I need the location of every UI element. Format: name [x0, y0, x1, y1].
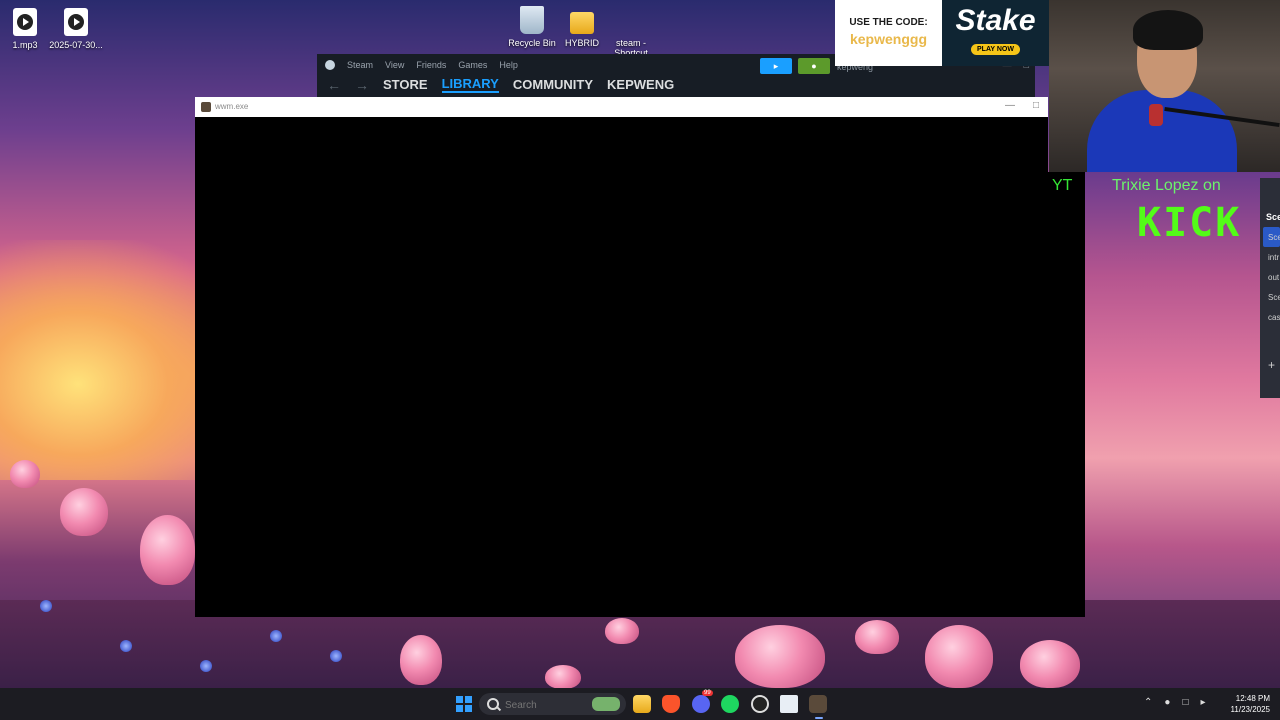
steam-logo-icon — [325, 60, 335, 70]
taskbar: 99 ⌃ ● □ ▸ 12:48 PM 11/23/2025 — [0, 688, 1280, 720]
back-arrow-icon[interactable]: ← — [327, 77, 341, 93]
clock-time: 12:48 PM — [1235, 694, 1270, 703]
brave-browser-icon[interactable] — [662, 695, 680, 713]
active-app-indicator — [815, 717, 823, 719]
game-window-extension — [1048, 172, 1085, 617]
obs-scenes-panel: Sce Sce intr out Sce cas + — [1260, 178, 1280, 398]
obs-scene-item[interactable]: intr — [1268, 253, 1279, 262]
microphone-tray-icon[interactable]: ● — [1164, 697, 1170, 708]
obs-studio-icon[interactable] — [751, 695, 769, 713]
webcam-person-body — [1087, 90, 1237, 172]
discord-badge: 99 — [702, 690, 713, 696]
megaphone-icon: ▸ — [773, 61, 779, 71]
ad-code: kepwenggg — [849, 31, 927, 47]
system-tray: ⌃ ● □ ▸ — [1144, 697, 1206, 708]
wallpaper-blue-flower — [120, 640, 132, 652]
volume-icon[interactable]: ▸ — [1200, 697, 1205, 708]
wallpaper-blue-flower — [270, 630, 282, 642]
network-icon[interactable]: □ — [1182, 697, 1188, 708]
webcam-person-hair — [1133, 10, 1203, 50]
steam-nav: ← → STORE LIBRARY COMMUNITY KEPWENG — [327, 76, 674, 93]
app-window-icon[interactable] — [780, 695, 798, 713]
obs-scene-item[interactable]: Sce — [1268, 233, 1280, 242]
ad-play-now-badge: PLAY NOW — [971, 44, 1020, 55]
announcements-button[interactable]: ▸ — [760, 58, 792, 74]
minimize-icon[interactable]: — — [1005, 100, 1015, 111]
search-highlight-icon — [592, 697, 620, 711]
steam-menu-friends[interactable]: Friends — [416, 60, 446, 70]
steam-menu-bar: Steam View Friends Games Help — [325, 60, 518, 70]
obs-scene-item[interactable]: cas — [1268, 313, 1280, 322]
desktop-icon-label: 1.mp3 — [12, 40, 38, 50]
wallpaper-tulip — [605, 618, 639, 644]
steam-menu-view[interactable]: View — [385, 60, 404, 70]
desktop-icon-steam-shortcut[interactable]: steam - Shortcut — [601, 6, 962, 88]
game-taskbar-icon[interactable] — [809, 695, 827, 713]
desktop-icon-video[interactable]: 2025-07-30... — [46, 8, 106, 50]
obs-scene-item[interactable]: out — [1268, 273, 1279, 282]
youtube-label: YT — [1052, 177, 1073, 194]
search-icon — [487, 698, 499, 710]
media-file-icon — [64, 8, 88, 36]
steam-menu-games[interactable]: Games — [458, 60, 487, 70]
wallpaper-tulip — [545, 665, 581, 689]
bell-icon: ● — [811, 61, 817, 71]
recycle-bin-icon — [520, 6, 544, 34]
wallpaper-tulip — [855, 620, 899, 654]
game-app-icon — [201, 102, 211, 112]
webcam-feed — [1049, 0, 1280, 172]
obs-scenes-header: Sce — [1266, 212, 1280, 222]
obs-scene-item[interactable]: Sce — [1268, 293, 1280, 302]
spotify-icon[interactable] — [721, 695, 739, 713]
add-scene-icon[interactable]: + — [1268, 358, 1275, 372]
wallpaper-blue-flower — [200, 660, 212, 672]
notifications-button[interactable]: ● — [798, 58, 830, 74]
game-window[interactable]: wwm.exe — □ — [195, 97, 1048, 617]
steam-nav-library[interactable]: LIBRARY — [441, 76, 499, 93]
maximize-icon[interactable]: □ — [1033, 100, 1039, 111]
start-button[interactable] — [455, 695, 473, 713]
forward-arrow-icon[interactable]: → — [355, 77, 369, 93]
wallpaper-tulip — [10, 460, 40, 488]
wallpaper-blue-flower — [40, 600, 52, 612]
steam-menu-help[interactable]: Help — [499, 60, 518, 70]
discord-icon[interactable]: 99 — [692, 690, 713, 713]
media-file-icon — [13, 8, 37, 36]
wallpaper-tulip — [925, 625, 993, 688]
taskbar-search[interactable] — [479, 693, 626, 715]
steam-nav-profile[interactable]: KEPWENG — [607, 77, 674, 92]
steam-nav-community[interactable]: COMMUNITY — [513, 77, 593, 92]
game-window-titlebar[interactable]: wwm.exe — □ — [195, 97, 1048, 117]
wallpaper-blue-flower — [330, 650, 342, 662]
ad-code-label: USE THE CODE: — [849, 17, 928, 28]
kick-logo: KICK — [1137, 200, 1242, 246]
desktop-icon-label: 2025-07-30... — [49, 40, 103, 50]
wallpaper-tulip — [140, 515, 195, 585]
ad-code-panel: USE THE CODE: kepwenggg — [835, 0, 942, 66]
wallpaper-tulip — [60, 488, 108, 536]
stake-logo: Stake — [955, 4, 1036, 37]
steam-nav-store[interactable]: STORE — [383, 77, 428, 92]
kick-streamer-label: Trixie Lopez on — [1112, 177, 1221, 194]
wallpaper-tulip — [1020, 640, 1080, 688]
stake-ad-banner: USE THE CODE: kepwenggg Stake PLAY NOW — [835, 0, 1049, 66]
steam-menu-steam[interactable]: Steam — [347, 60, 373, 70]
ad-brand-panel: Stake PLAY NOW — [942, 0, 1049, 66]
game-window-title: wwm.exe — [215, 102, 249, 111]
wallpaper-tulip — [735, 625, 825, 688]
desktop-icon-label: Recycle Bin — [508, 38, 556, 48]
file-explorer-icon[interactable] — [633, 695, 651, 713]
microphone-icon — [1149, 104, 1163, 126]
desktop-icon-label: HYBRID — [564, 38, 599, 48]
search-input[interactable] — [503, 696, 587, 714]
wallpaper-tulip — [400, 635, 442, 685]
clock-date: 11/23/2025 — [1230, 705, 1270, 714]
folder-icon — [570, 12, 594, 34]
chevron-up-icon[interactable]: ⌃ — [1144, 697, 1152, 708]
taskbar-clock[interactable]: 12:48 PM 11/23/2025 — [1224, 693, 1270, 715]
